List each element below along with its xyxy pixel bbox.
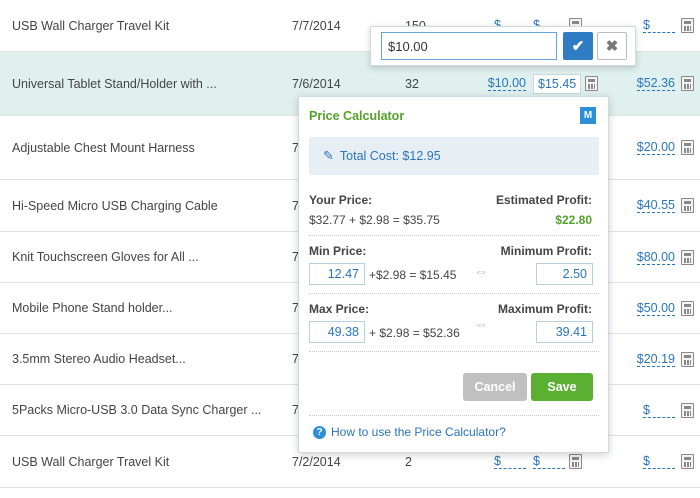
cost-edit-input[interactable] [381,32,557,60]
product-name-cell: USB Wall Charger Travel Kit [12,0,272,51]
max-price-value[interactable]: $ [643,454,675,469]
product-name: USB Wall Charger Travel Kit [12,454,170,469]
product-name: 5Packs Micro-USB 3.0 Data Sync Charger .… [12,403,262,417]
cancel-edit-button[interactable]: ✖ [597,32,627,60]
calculator-icon[interactable] [585,76,599,91]
max-price-value[interactable]: $ [643,403,675,418]
calculator-title: Price Calculator [309,109,405,123]
max-price-input[interactable]: 49.38 [309,321,365,343]
date-text: 7/2/2014 [292,454,341,469]
link-arrows-icon: ⇔ [474,263,488,279]
calculator-icon[interactable] [681,351,694,367]
min-price-group: $ [533,454,582,469]
product-name-cell: Knit Touchscreen Gloves for All ... [12,232,272,282]
product-name: Universal Tablet Stand/Holder with ... [12,76,217,91]
min-price-formula: +$2.98 = $15.45 [369,268,457,282]
help-link[interactable]: ? How to use the Price Calculator? [313,425,506,439]
max-price-value[interactable]: $50.00 [636,301,675,316]
estimated-profit-value: $22.80 [555,213,592,227]
minimum-profit-label: Minimum Profit: [500,244,592,258]
min-price-field[interactable]: $15.45 [533,73,582,94]
max-price-formula: + $2.98 = $52.36 [369,326,460,340]
max-price-cell: $20.19 [620,334,694,384]
date-text: 7/6/2014 [292,76,341,91]
close-icon: ✖ [605,38,619,55]
calculator-icon[interactable] [681,198,694,213]
max-price-value[interactable]: $20.19 [636,352,675,367]
date-cell: 7/7/2014 [292,0,352,51]
cost-value[interactable]: $ [494,454,526,469]
maximum-profit-input[interactable]: 39.41 [536,321,593,343]
estimated-profit-label: Estimated Profit: [495,193,592,207]
quantity-text: 2 [405,454,412,469]
question-icon: ? [313,425,326,439]
price-calculator-popup: Price Calculator M ✎ Total Cost: $12.95 … [298,96,609,453]
calculator-icon[interactable] [681,140,694,155]
product-name-cell: Adjustable Chest Mount Harness [12,116,272,179]
divider [309,235,599,236]
total-cost-box[interactable]: ✎ Total Cost: $12.95 [309,137,599,175]
max-price-value[interactable]: $20.00 [636,140,675,155]
logo-icon: M [580,107,596,124]
max-price-value[interactable]: $40.55 [636,198,675,213]
calculator-icon[interactable] [681,249,694,265]
check-icon: ✔ [571,38,585,55]
min-price-input[interactable]: 12.47 [309,263,365,285]
help-text: How to use the Price Calculator? [331,425,506,439]
max-price-cell: $ [620,385,694,435]
min-price-group: $15.45 [533,73,599,94]
max-price-value[interactable]: $ [643,18,675,33]
calculator-icon[interactable] [681,18,694,33]
max-price-cell: $40.55 [620,180,694,231]
save-button[interactable]: Save [531,373,593,401]
cost-value[interactable]: $10.00 [487,76,526,91]
max-price-cell: $80.00 [620,232,694,282]
product-name-cell: Hi-Speed Micro USB Charging Cable [12,180,272,231]
divider [309,415,599,416]
your-price-label: Your Price: [309,193,373,207]
min-price-value[interactable]: $ [533,454,565,469]
max-price-label: Max Price: [309,302,370,316]
maximum-profit-label: Maximum Profit: [497,302,592,316]
calculator-icon[interactable] [569,454,582,469]
calculator-icon[interactable] [681,402,694,418]
product-name-cell: USB Wall Charger Travel Kit [12,436,272,487]
your-price-formula: $32.77 + $2.98 = $35.75 [309,213,440,227]
total-cost-text: Total Cost: $12.95 [339,149,441,163]
date-text: 7/7/2014 [292,18,341,33]
minimum-profit-input[interactable]: 2.50 [536,263,593,285]
product-name-cell: Mobile Phone Stand holder... [12,283,272,333]
cost-edit-popup: ✔ ✖ [370,26,636,66]
quantity-text: 32 [405,76,419,91]
product-name: Knit Touchscreen Gloves for All ... [12,250,199,264]
min-price-value: $15.45 [538,76,577,91]
product-name: Hi-Speed Micro USB Charging Cable [12,198,218,213]
cancel-button[interactable]: Cancel [463,373,527,401]
link-arrows-icon: ⇔ [474,316,488,332]
product-name: Adjustable Chest Mount Harness [12,140,195,155]
product-name-cell: 3.5mm Stereo Audio Headset... [12,334,272,384]
max-price-cell: $ [620,436,694,487]
product-name: Mobile Phone Stand holder... [12,301,173,315]
calculator-icon[interactable] [681,76,694,91]
divider [309,351,599,352]
product-name-cell: 5Packs Micro-USB 3.0 Data Sync Charger .… [12,385,272,435]
max-price-value[interactable]: $80.00 [636,250,675,265]
calculator-icon[interactable] [681,454,694,469]
divider [309,293,599,294]
min-price-label: Min Price: [309,244,367,258]
max-price-cell: $50.00 [620,283,694,333]
max-price-cell: $20.00 [620,116,694,179]
pencil-icon: ✎ [323,148,334,163]
product-name: 3.5mm Stereo Audio Headset... [12,352,186,366]
confirm-button[interactable]: ✔ [563,32,593,60]
product-name: USB Wall Charger Travel Kit [12,18,170,33]
max-price-value[interactable]: $52.36 [636,76,675,91]
calculator-icon[interactable] [681,300,694,316]
product-name-cell: Universal Tablet Stand/Holder with ... [12,52,272,115]
